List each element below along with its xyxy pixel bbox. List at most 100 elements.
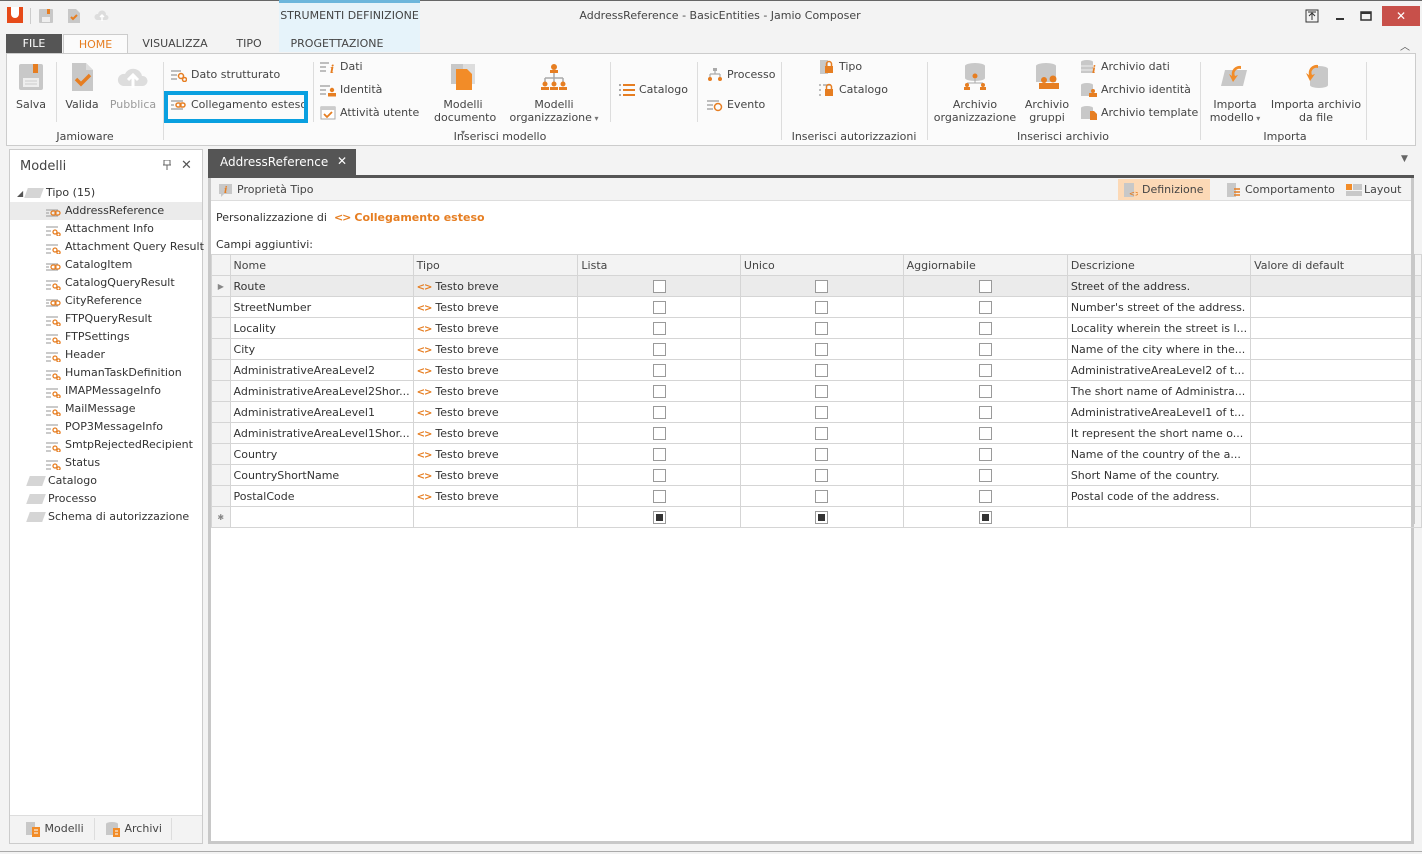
definizione-tab[interactable]: <> Definizione <box>1118 179 1210 200</box>
grid-scrollbar[interactable] <box>1411 254 1415 524</box>
pin-icon[interactable] <box>163 159 171 173</box>
evento-button[interactable]: Evento <box>707 96 765 114</box>
row-indicator[interactable] <box>211 338 231 360</box>
tree-item[interactable]: AddressReference <box>10 202 202 220</box>
column-header-aggiornabile[interactable]: Aggiornabile <box>902 254 1068 276</box>
tipo-cell[interactable]: <> Testo breve <box>412 317 579 339</box>
nome-cell[interactable]: StreetNumber <box>229 296 414 318</box>
descrizione-cell[interactable]: Name of the city where in the... <box>1066 338 1252 360</box>
lista-checkbox[interactable] <box>652 447 666 461</box>
tipo-cell[interactable]: <> Testo breve <box>412 464 579 486</box>
table-row[interactable]: AdministrativeAreaLevel1 <> Testo breve Adm… <box>211 401 1422 423</box>
layout-tab[interactable]: Layout <box>1340 179 1407 200</box>
tree-folder[interactable]: Processo <box>10 490 202 508</box>
tree-item[interactable]: Status <box>10 454 202 472</box>
footer-modelli-button[interactable]: Modelli <box>25 821 84 837</box>
attivita-utente-button[interactable]: Attività utente <box>320 104 419 122</box>
aggiornabile-cell[interactable] <box>902 443 1068 465</box>
lista-checkbox[interactable] <box>652 489 666 503</box>
aggiornabile-cell[interactable] <box>902 296 1068 318</box>
table-row[interactable]: Locality <> Testo breve Locality wherein th… <box>211 317 1422 339</box>
aggiornabile-cell[interactable] <box>902 338 1068 360</box>
minimize-button[interactable] <box>1326 6 1354 26</box>
lista-checkbox[interactable] <box>652 405 666 419</box>
valore-default-cell[interactable] <box>1250 338 1422 360</box>
aggiornabile-checkbox[interactable] <box>978 342 992 356</box>
tab-home[interactable]: HOME <box>63 34 128 55</box>
maximize-button[interactable] <box>1352 6 1380 26</box>
identita-button[interactable]: Identità <box>320 81 382 99</box>
lista-cell[interactable] <box>577 506 741 528</box>
table-row[interactable]: Country <> Testo breve Name of the country … <box>211 443 1422 465</box>
restore-to-tray-button[interactable] <box>1298 6 1326 26</box>
valida-button[interactable]: Valida <box>63 62 101 111</box>
lista-checkbox-indeterminate[interactable] <box>652 510 666 524</box>
lista-cell[interactable] <box>577 296 741 318</box>
unico-checkbox[interactable] <box>815 405 829 419</box>
nome-cell[interactable]: Route <box>229 275 414 297</box>
modelli-documento-button[interactable]: Modelli documento <box>434 62 496 139</box>
aggiornabile-cell[interactable] <box>902 359 1068 381</box>
lista-checkbox[interactable] <box>652 321 666 335</box>
tree-item[interactable]: MailMessage <box>10 400 202 418</box>
document-tab[interactable]: AddressReference <box>208 149 356 175</box>
tipo-cell[interactable]: <> Testo breve <box>412 485 579 507</box>
row-indicator[interactable] <box>211 296 231 318</box>
valore-default-cell[interactable] <box>1250 317 1422 339</box>
unico-checkbox[interactable] <box>815 426 829 440</box>
column-header-nome[interactable]: Nome <box>229 254 414 276</box>
comportamento-tab[interactable]: Comportamento <box>1221 179 1341 200</box>
unico-checkbox[interactable] <box>815 342 829 356</box>
nome-cell[interactable]: Locality <box>229 317 414 339</box>
unico-cell[interactable] <box>739 464 904 486</box>
new-row[interactable]: ✱ <box>211 506 1422 528</box>
unico-cell[interactable] <box>739 443 904 465</box>
descrizione-cell[interactable]: It represent the short name o... <box>1066 422 1252 444</box>
aggiornabile-cell[interactable] <box>902 275 1068 297</box>
tipo-cell[interactable]: <> Testo breve <box>412 338 579 360</box>
descrizione-cell[interactable]: Short Name of the country. <box>1066 464 1252 486</box>
lista-checkbox[interactable] <box>652 279 666 293</box>
lista-cell[interactable] <box>577 338 741 360</box>
unico-cell[interactable] <box>739 338 904 360</box>
pubblica-button[interactable]: Pubblica <box>108 62 158 111</box>
tipo-cell[interactable]: <> Testo breve <box>412 380 579 402</box>
table-row[interactable]: CountryShortName <> Testo breve Short Name … <box>211 464 1422 486</box>
table-row[interactable]: StreetNumber <> Testo breve Number's street… <box>211 296 1422 318</box>
column-header-valore-default[interactable]: Valore di default <box>1250 254 1422 276</box>
row-indicator[interactable] <box>211 380 231 402</box>
unico-cell[interactable] <box>739 275 904 297</box>
descrizione-cell[interactable]: AdministrativeAreaLevel2 of t... <box>1066 359 1252 381</box>
tree-item[interactable]: FTPSettings <box>10 328 202 346</box>
lista-cell[interactable] <box>577 443 741 465</box>
unico-checkbox[interactable] <box>815 384 829 398</box>
valore-default-cell[interactable] <box>1250 401 1422 423</box>
column-header-unico[interactable]: Unico <box>739 254 904 276</box>
descrizione-cell[interactable] <box>1066 506 1252 528</box>
unico-cell[interactable] <box>739 317 904 339</box>
descrizione-cell[interactable]: The short name of Administra... <box>1066 380 1252 402</box>
descrizione-cell[interactable]: Postal code of the address. <box>1066 485 1252 507</box>
tree-item[interactable]: POP3MessageInfo <box>10 418 202 436</box>
aggiornabile-checkbox[interactable] <box>978 363 992 377</box>
valore-default-cell[interactable] <box>1250 506 1422 528</box>
unico-checkbox[interactable] <box>815 279 829 293</box>
table-row[interactable]: AdministrativeAreaLevel2Shor... <> Testo b… <box>211 380 1422 402</box>
tree-folder-tipo[interactable]: ◢ Tipo (15) <box>10 184 202 202</box>
lista-cell[interactable] <box>577 317 741 339</box>
nome-cell[interactable]: Country <box>229 443 414 465</box>
aggiornabile-checkbox[interactable] <box>978 384 992 398</box>
lista-checkbox[interactable] <box>652 384 666 398</box>
valore-default-cell[interactable] <box>1250 464 1422 486</box>
archivio-dati-button[interactable]: i Archivio dati <box>1081 58 1170 76</box>
table-row[interactable]: City <> Testo breve Name of the city where … <box>211 338 1422 360</box>
column-header-lista[interactable]: Lista <box>577 254 741 276</box>
unico-cell[interactable] <box>739 506 904 528</box>
aggiornabile-cell[interactable] <box>902 380 1068 402</box>
tab-tipo[interactable]: TIPO <box>228 34 270 53</box>
descrizione-cell[interactable]: Locality wherein the street is l... <box>1066 317 1252 339</box>
tree-item[interactable]: IMAPMessageInfo <box>10 382 202 400</box>
tree-item[interactable]: CatalogQueryResult <box>10 274 202 292</box>
row-indicator[interactable] <box>211 464 231 486</box>
tree-item[interactable]: FTPQueryResult <box>10 310 202 328</box>
